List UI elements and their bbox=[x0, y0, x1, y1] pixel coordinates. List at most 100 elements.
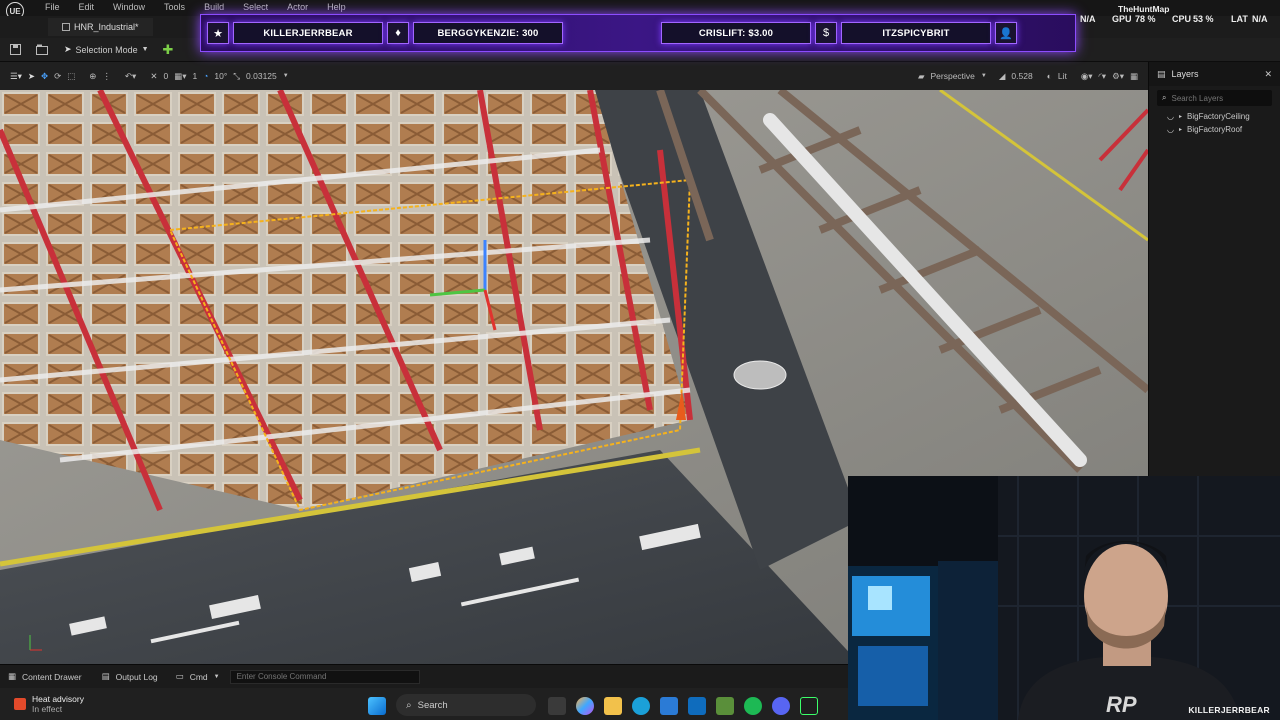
weather-subtitle: In effect bbox=[32, 704, 63, 714]
add-content-icon[interactable]: ✚ bbox=[163, 41, 174, 59]
windows-start-icon[interactable] bbox=[368, 697, 386, 715]
cmd-icon[interactable]: ▭ bbox=[176, 671, 184, 682]
store-icon[interactable] bbox=[660, 697, 678, 715]
output-log-icon[interactable]: ▤ bbox=[102, 671, 110, 682]
camera-icon: ▰ bbox=[917, 70, 925, 81]
browse-icon[interactable] bbox=[36, 41, 50, 59]
scale-snap-icon[interactable]: ⤡ bbox=[233, 71, 240, 82]
layer-item-label: BigFactoryCeiling bbox=[1187, 112, 1250, 121]
rotate-snap-icon[interactable]: ▦▾ bbox=[174, 71, 186, 82]
grid-snap-icon[interactable]: ✕ bbox=[150, 71, 157, 82]
copilot-icon[interactable] bbox=[576, 697, 594, 715]
lit-icon: ◐ bbox=[1046, 71, 1052, 81]
surface-snap-icon[interactable]: ↶▾ bbox=[125, 71, 136, 82]
user-icon: 👤 bbox=[995, 22, 1017, 44]
close-icon[interactable]: ✕ bbox=[1264, 69, 1272, 80]
diamond-icon: ♦ bbox=[387, 22, 409, 44]
menu-select[interactable]: Select bbox=[243, 2, 268, 12]
performance-icon[interactable]: ◜▾ bbox=[1099, 71, 1107, 82]
light-actor bbox=[733, 360, 787, 390]
stream-alert-bar: ★ KILLERJERRBEAR ♦ BERGGYKENZIE: 300 CRI… bbox=[200, 14, 1076, 52]
more-icon[interactable]: ⋮ bbox=[102, 71, 111, 82]
file-explorer-icon[interactable] bbox=[604, 697, 622, 715]
streamer-webcam: RP KILLERJERRBEAR bbox=[848, 476, 1280, 720]
selection-mode-label: Selection Mode bbox=[75, 44, 138, 55]
lat-label: LAT bbox=[1231, 14, 1248, 24]
rotate-snap-value[interactable]: 1 bbox=[192, 71, 197, 81]
latest-sub: BERGGYKENZIE: 300 bbox=[413, 22, 563, 44]
viewport-toolbar: ☰▾ ➤ ✥ ⟳ ⬚ ⊕ ⋮ ↶▾ ✕ 0 ▦▾ 1 ◔ 10° ⤡ 0.031… bbox=[0, 62, 1148, 90]
select-tool-icon[interactable]: ➤ bbox=[28, 71, 35, 82]
eye-icon[interactable]: ◡ bbox=[1167, 112, 1174, 121]
shirt-logo: RP bbox=[1106, 692, 1137, 717]
level-tab[interactable]: HNR_Industrial* bbox=[48, 18, 153, 36]
outlook-icon[interactable] bbox=[688, 697, 706, 715]
discord-icon[interactable] bbox=[772, 697, 790, 715]
cpu-label: CPU bbox=[1172, 14, 1192, 24]
app-icon[interactable] bbox=[800, 697, 818, 715]
layers-panel: ▤ Layers ✕ ⌕ ◡ ▸ BigFactoryCeiling ◡ ▸ B… bbox=[1148, 62, 1280, 476]
world-space-icon[interactable]: ⊕ bbox=[89, 71, 96, 82]
na-indicator: N/A bbox=[1080, 14, 1096, 24]
taskbar-search-label: Search bbox=[417, 699, 448, 711]
cursor-icon: ➤ bbox=[64, 44, 72, 54]
level-icon bbox=[62, 23, 70, 31]
menu-build[interactable]: Build bbox=[204, 2, 224, 12]
weather-title: Heat advisory bbox=[32, 694, 84, 704]
rotate-tool-icon[interactable]: ⟳ bbox=[54, 71, 61, 82]
layers-header: ▤ Layers ✕ bbox=[1149, 62, 1280, 86]
minecraft-icon[interactable] bbox=[716, 697, 734, 715]
menu-window[interactable]: Window bbox=[113, 2, 145, 12]
chevron-right-icon: ▸ bbox=[1178, 114, 1182, 120]
layout-icon[interactable]: ▦ bbox=[1130, 71, 1138, 82]
edge-browser-icon[interactable] bbox=[632, 697, 650, 715]
content-drawer-icon[interactable]: ▦ bbox=[8, 671, 16, 682]
performance-stats: TheHuntMap N/A GPU 78 % CPU 53 % LAT N/A bbox=[1080, 4, 1280, 28]
latest-follower: KILLERJERRBEAR bbox=[233, 22, 383, 44]
eye-icon[interactable]: ◡ bbox=[1167, 125, 1174, 134]
menu-tools[interactable]: Tools bbox=[164, 2, 185, 12]
selection-mode-dropdown[interactable]: ➤ Selection Mode ▼ bbox=[64, 41, 149, 59]
chevron-down-icon: ▼ bbox=[141, 46, 149, 53]
layers-title: Layers bbox=[1171, 69, 1199, 79]
cmd-dropdown[interactable]: Cmd bbox=[190, 672, 208, 682]
menu-help[interactable]: Help bbox=[327, 2, 346, 12]
angle-snap-icon[interactable]: ◔ bbox=[203, 71, 208, 81]
windows-taskbar: Heat advisory In effect ⌕ Search bbox=[0, 688, 848, 720]
chevron-right-icon: ▸ bbox=[1178, 127, 1182, 133]
layer-item[interactable]: ◡ ▸ BigFactoryRoof bbox=[1149, 123, 1280, 136]
viewport-options-icon[interactable]: ☰▾ bbox=[10, 71, 22, 82]
angle-snap-value[interactable]: 10° bbox=[214, 71, 227, 81]
layers-search[interactable]: ⌕ bbox=[1157, 90, 1272, 106]
output-log-button[interactable]: Output Log bbox=[116, 672, 158, 682]
move-tool-icon[interactable]: ✥ bbox=[41, 71, 48, 82]
fov-value[interactable]: 0.528 bbox=[1011, 71, 1032, 81]
console-command-input[interactable] bbox=[229, 669, 420, 684]
scale-snap-value[interactable]: 0.03125 bbox=[246, 71, 277, 81]
show-icon[interactable]: ◉▾ bbox=[1081, 71, 1093, 82]
save-icon[interactable] bbox=[10, 41, 24, 59]
lit-dropdown[interactable]: Lit bbox=[1058, 71, 1067, 81]
content-drawer-button[interactable]: Content Drawer bbox=[22, 672, 82, 682]
grid-snap-value[interactable]: 0 bbox=[163, 71, 168, 81]
weather-widget[interactable]: Heat advisory In effect bbox=[14, 694, 84, 714]
task-view-icon[interactable] bbox=[548, 697, 566, 715]
perspective-dropdown[interactable]: Perspective bbox=[931, 71, 975, 81]
menu-edit[interactable]: Edit bbox=[79, 2, 95, 12]
star-icon: ★ bbox=[207, 22, 229, 44]
scale-tool-icon[interactable]: ⬚ bbox=[67, 71, 75, 82]
search-icon: ⌕ bbox=[406, 699, 412, 711]
chevron-down-icon: ▼ bbox=[213, 673, 220, 680]
menu-actor[interactable]: Actor bbox=[287, 2, 308, 12]
spotify-icon[interactable] bbox=[744, 697, 762, 715]
layer-item[interactable]: ◡ ▸ BigFactoryCeiling bbox=[1149, 110, 1280, 123]
taskbar-search[interactable]: ⌕ Search bbox=[396, 694, 536, 716]
chevron-down-icon: ▼ bbox=[980, 73, 987, 79]
chevron-down-icon: ▼ bbox=[282, 73, 289, 79]
layers-search-input[interactable] bbox=[1171, 93, 1262, 103]
fov-icon: ◢ bbox=[998, 70, 1006, 81]
settings-gear-icon[interactable]: ⚙▾ bbox=[1112, 71, 1124, 82]
latest-donation: CRISLIFT: $3.00 bbox=[661, 22, 811, 44]
menu-file[interactable]: File bbox=[45, 2, 60, 12]
webcam-name-tag: KILLERJERRBEAR bbox=[1188, 705, 1270, 715]
